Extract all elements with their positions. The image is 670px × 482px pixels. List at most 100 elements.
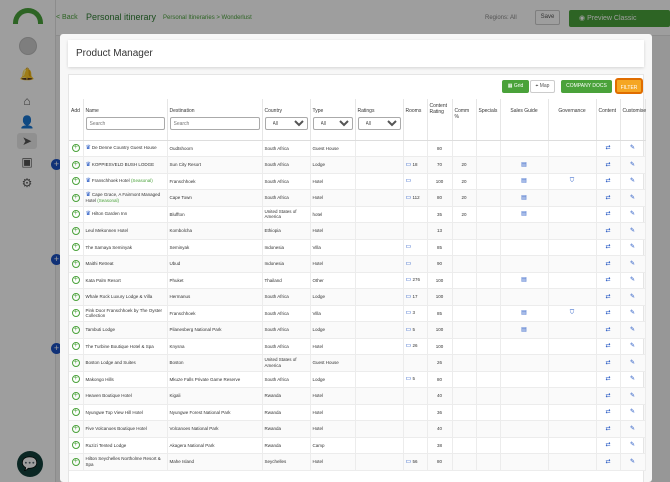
add-product-button[interactable]: + xyxy=(71,144,80,153)
content-link-icon[interactable]: ⇄ xyxy=(605,426,610,432)
add-product-button[interactable]: + xyxy=(71,276,80,285)
content-link-icon[interactable]: ⇄ xyxy=(605,277,610,283)
document-icon[interactable]: ▤ xyxy=(521,327,527,333)
add-product-button[interactable]: + xyxy=(71,309,80,318)
edit-icon[interactable]: ✎ xyxy=(630,261,635,267)
add-product-button[interactable]: + xyxy=(71,160,80,169)
add-product-button[interactable]: + xyxy=(71,259,80,268)
add-product-button[interactable]: + xyxy=(71,243,80,252)
type-select[interactable]: All xyxy=(312,117,353,130)
product-manager-modal: Product Manager ▦ Grid ⌖ Map COMPANY DOC… xyxy=(60,34,652,482)
edit-icon[interactable]: ✎ xyxy=(630,294,635,300)
edit-icon[interactable]: ✎ xyxy=(630,277,635,283)
edit-icon[interactable]: ✎ xyxy=(630,393,635,399)
edit-icon[interactable]: ✎ xyxy=(630,459,635,465)
add-product-button[interactable]: + xyxy=(71,177,80,186)
content-link-icon[interactable]: ⇄ xyxy=(605,244,610,250)
content-link-icon[interactable]: ⇄ xyxy=(605,261,610,267)
add-product-button[interactable]: + xyxy=(71,358,80,367)
add-product-button[interactable]: + xyxy=(71,292,80,301)
add-product-button[interactable]: + xyxy=(71,210,80,219)
governance-cell xyxy=(548,404,597,421)
content-link-icon[interactable]: ⇄ xyxy=(605,310,610,316)
edit-icon[interactable]: ✎ xyxy=(630,195,635,201)
product-name[interactable]: Tambuti Lodge xyxy=(86,327,116,332)
content-link-icon[interactable]: ⇄ xyxy=(605,178,610,184)
product-name[interactable]: The Samaya Seminyak xyxy=(86,245,133,250)
product-name[interactable]: Hilton Seychelles Northolme Resort & Spa xyxy=(86,456,161,467)
add-product-button[interactable]: + xyxy=(71,325,80,334)
product-name[interactable]: Whale Rock Luxury Lodge & Villa xyxy=(86,294,153,299)
edit-icon[interactable]: ✎ xyxy=(630,343,635,349)
destination-search-input[interactable] xyxy=(169,117,260,130)
ratings-select[interactable]: All xyxy=(357,117,401,130)
content-link-icon[interactable]: ⇄ xyxy=(605,393,610,399)
product-name[interactable]: Maithi Retreat xyxy=(86,261,114,266)
content-link-icon[interactable]: ⇄ xyxy=(605,360,610,366)
document-icon[interactable]: ▤ xyxy=(521,178,527,184)
grid-view-button[interactable]: ▦ Grid xyxy=(502,80,529,93)
content-cell: ⇄ xyxy=(596,173,621,190)
product-name[interactable]: De Denne Country Guest House xyxy=(92,145,157,150)
edit-icon[interactable]: ✎ xyxy=(630,310,635,316)
edit-icon[interactable]: ✎ xyxy=(630,360,635,366)
add-product-button[interactable]: + xyxy=(71,375,80,384)
document-icon[interactable]: ▤ xyxy=(521,310,527,316)
document-icon[interactable]: ▤ xyxy=(521,195,527,201)
edit-icon[interactable]: ✎ xyxy=(630,178,635,184)
content-link-icon[interactable]: ⇄ xyxy=(605,343,610,349)
product-name[interactable]: Makongo Hills xyxy=(86,377,114,382)
add-product-button[interactable]: + xyxy=(71,226,80,235)
edit-icon[interactable]: ✎ xyxy=(630,327,635,333)
product-name[interactable]: Heaven Boutique Hotel xyxy=(86,393,132,398)
filter-button[interactable]: FILTER xyxy=(615,78,643,94)
product-name[interactable]: Pink Door Franschhoek by The Oyster Coll… xyxy=(86,308,162,319)
edit-icon[interactable]: ✎ xyxy=(630,162,635,168)
document-icon[interactable]: ▤ xyxy=(521,277,527,283)
content-link-icon[interactable]: ⇄ xyxy=(605,294,610,300)
edit-icon[interactable]: ✎ xyxy=(630,409,635,415)
product-name[interactable]: Leul Mekonnen Hotel xyxy=(86,228,129,233)
content-link-icon[interactable]: ⇄ xyxy=(605,195,610,201)
country-select[interactable]: All xyxy=(264,117,308,130)
product-name[interactable]: The Turbine Boutique Hotel & Spa xyxy=(86,344,154,349)
map-view-button[interactable]: ⌖ Map xyxy=(530,80,555,93)
add-product-button[interactable]: + xyxy=(71,457,80,466)
product-name[interactable]: Kata Palm Resort xyxy=(86,278,121,283)
sales-guide-cell: ▤ xyxy=(500,272,549,289)
content-link-icon[interactable]: ⇄ xyxy=(605,327,610,333)
content-rating-cell: 100 xyxy=(427,288,453,306)
edit-icon[interactable]: ✎ xyxy=(630,211,635,217)
content-link-icon[interactable]: ⇄ xyxy=(605,162,610,168)
edit-icon[interactable]: ✎ xyxy=(630,145,635,151)
product-name[interactable]: Nyungwe Top View Hill Hotel xyxy=(86,410,143,415)
document-icon[interactable]: ▤ xyxy=(521,162,527,168)
content-link-icon[interactable]: ⇄ xyxy=(605,459,610,465)
add-product-button[interactable]: + xyxy=(71,441,80,450)
product-name[interactable]: Five Volcanoes Boutique Hotel xyxy=(86,426,147,431)
content-link-icon[interactable]: ⇄ xyxy=(605,376,610,382)
add-product-button[interactable]: + xyxy=(71,424,80,433)
company-docs-button[interactable]: COMPANY DOCS xyxy=(561,80,612,93)
content-link-icon[interactable]: ⇄ xyxy=(605,145,610,151)
add-product-button[interactable]: + xyxy=(71,408,80,417)
edit-icon[interactable]: ✎ xyxy=(630,376,635,382)
product-name[interactable]: Hilton Garden Inn xyxy=(92,211,127,216)
add-product-button[interactable]: + xyxy=(71,391,80,400)
edit-icon[interactable]: ✎ xyxy=(630,426,635,432)
product-name[interactable]: Boston Lodge and Suites xyxy=(86,360,136,365)
content-link-icon[interactable]: ⇄ xyxy=(605,211,610,217)
product-name[interactable]: Ruzizi Tented Lodge xyxy=(86,443,127,448)
product-name[interactable]: Franschhoek Hotel xyxy=(92,178,130,183)
content-link-icon[interactable]: ⇄ xyxy=(605,409,610,415)
add-product-button[interactable]: + xyxy=(71,193,80,202)
content-link-icon[interactable]: ⇄ xyxy=(605,442,610,448)
content-link-icon[interactable]: ⇄ xyxy=(605,228,610,234)
edit-icon[interactable]: ✎ xyxy=(630,442,635,448)
edit-icon[interactable]: ✎ xyxy=(630,228,635,234)
add-product-button[interactable]: + xyxy=(71,342,80,351)
product-name[interactable]: KOPPIESVELD BUSH LODGE xyxy=(92,162,154,167)
name-search-input[interactable] xyxy=(85,117,165,130)
document-icon[interactable]: ▤ xyxy=(521,211,527,217)
edit-icon[interactable]: ✎ xyxy=(630,244,635,250)
